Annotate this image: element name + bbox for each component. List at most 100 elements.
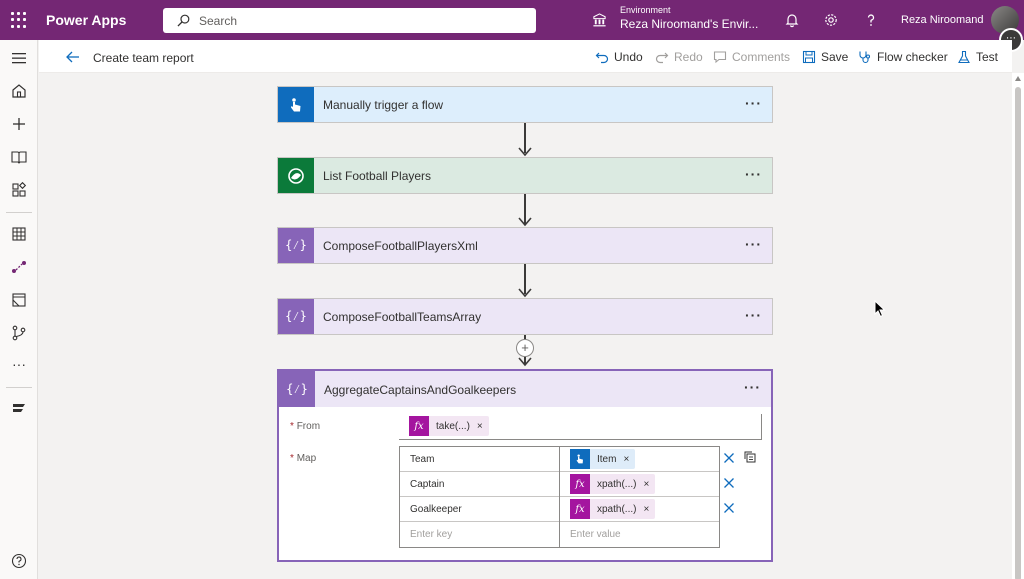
touch-icon (278, 87, 314, 122)
select-data-icon: {⁄} (279, 371, 315, 407)
save-button[interactable]: Save (802, 49, 848, 65)
rail-divider (6, 212, 32, 213)
dynamic-content-token[interactable]: Item × (570, 449, 636, 469)
more-options-icon[interactable]: ··· (745, 95, 762, 111)
search-box[interactable]: Search (163, 8, 536, 33)
app-launcher-icon[interactable] (11, 12, 27, 28)
expression-token[interactable]: fx take(...) × (409, 416, 489, 436)
map-row: Team Item × (400, 447, 719, 472)
comment-icon (713, 51, 727, 64)
more-options-icon[interactable]: ··· (745, 166, 762, 182)
scroll-up-icon[interactable] (1015, 76, 1021, 81)
apps-icon[interactable] (10, 181, 28, 199)
column-separator (559, 497, 560, 522)
step-title: List Football Players (323, 169, 432, 183)
comments-label: Comments (732, 50, 791, 64)
fx-icon: fx (570, 474, 590, 494)
step-card-select-expanded: {⁄} AggregateCaptainsAndGoalkeepers ··· … (277, 369, 773, 562)
bell-icon[interactable] (784, 12, 800, 28)
undo-label: Undo (614, 50, 643, 64)
test-button[interactable]: Test (957, 49, 998, 65)
remove-token-icon[interactable]: × (643, 504, 649, 515)
user-name[interactable]: Reza Niroomand (901, 14, 984, 26)
environment-icon[interactable] (592, 13, 607, 28)
environment-name[interactable]: Reza Niroomand's Envir... (620, 17, 758, 31)
help-circle-icon[interactable] (10, 552, 28, 570)
hamburger-menu-icon[interactable] (10, 49, 28, 67)
delete-row-icon[interactable] (723, 502, 735, 514)
pipeline-icon[interactable] (10, 399, 28, 417)
left-nav-rail: ··· (0, 40, 38, 579)
map-key[interactable]: Team (410, 454, 434, 465)
undo-button[interactable]: Undo (595, 49, 643, 65)
gear-icon[interactable] (823, 12, 839, 28)
insert-step-button[interactable]: + (516, 339, 534, 357)
scrollbar-thumb[interactable] (1015, 87, 1021, 579)
create-icon[interactable] (10, 115, 28, 133)
new-key-input[interactable]: Enter key (410, 529, 452, 540)
power-platform-icon[interactable] (10, 324, 28, 342)
column-separator (559, 447, 560, 472)
app-name[interactable]: Power Apps (46, 12, 126, 28)
fx-icon: fx (409, 416, 429, 436)
map-key[interactable]: Captain (410, 479, 444, 490)
expression-token[interactable]: fx xpath(...) × (570, 499, 656, 519)
more-options-icon[interactable]: ··· (745, 307, 762, 323)
save-label: Save (821, 50, 849, 64)
test-label: Test (976, 50, 999, 64)
home-icon[interactable] (10, 82, 28, 100)
from-input[interactable]: fx take(...) × (399, 414, 762, 440)
save-icon (802, 50, 816, 64)
remove-token-icon[interactable]: × (477, 421, 483, 432)
flows-icon[interactable] (10, 258, 28, 276)
compose-icon: {⁄} (278, 228, 314, 263)
search-placeholder: Search (199, 14, 238, 28)
remove-token-icon[interactable]: × (623, 454, 629, 465)
solutions-icon[interactable] (10, 291, 28, 309)
map-row: Goalkeeper fx xpath(...) × (400, 497, 719, 522)
step-header[interactable]: {⁄} AggregateCaptainsAndGoalkeepers ··· (279, 371, 771, 407)
more-nav-icon[interactable]: ··· (10, 355, 28, 373)
flask-icon (958, 50, 970, 64)
tables-icon[interactable] (10, 225, 28, 243)
expression-token[interactable]: fx xpath(...) × (570, 474, 656, 494)
flow-checker-button[interactable]: Flow checker (858, 49, 948, 65)
map-row: Captain fx xpath(...) × (400, 472, 719, 497)
help-icon[interactable] (863, 12, 879, 28)
vertical-scrollbar[interactable] (1012, 73, 1024, 579)
map-key[interactable]: Goalkeeper (410, 504, 462, 515)
arrow-down-icon (518, 147, 532, 157)
delete-row-icon[interactable] (723, 452, 735, 464)
redo-button[interactable]: Redo (655, 49, 703, 65)
dataverse-icon (278, 158, 314, 193)
top-bar: Power Apps Search Environment Reza Niroo… (0, 0, 1024, 52)
step-card-trigger[interactable]: Manually trigger a flow ··· (277, 86, 773, 123)
arrow-down-icon (518, 288, 532, 298)
step-card-compose-teams[interactable]: {⁄} ComposeFootballTeamsArray ··· (277, 298, 773, 335)
more-options-icon[interactable]: ··· (744, 379, 761, 395)
more-options-icon[interactable]: ··· (745, 236, 762, 252)
undo-icon (595, 52, 609, 64)
learn-icon[interactable] (10, 148, 28, 166)
column-separator (559, 472, 560, 497)
environment-label: Environment (620, 5, 671, 15)
page-title: Create team report (93, 51, 194, 65)
comments-button[interactable]: Comments (713, 49, 790, 65)
new-value-input[interactable]: Enter value (570, 529, 621, 540)
step-title: Manually trigger a flow (323, 98, 444, 112)
step-title: AggregateCaptainsAndGoalkeepers (324, 383, 517, 397)
from-label: * From (290, 421, 321, 432)
back-arrow-icon[interactable] (65, 49, 81, 65)
switch-to-text-mode-icon[interactable] (743, 450, 757, 464)
delete-row-icon[interactable] (723, 477, 735, 489)
step-title: ComposeFootballTeamsArray (323, 310, 482, 324)
search-icon (177, 14, 190, 27)
redo-label: Redo (674, 50, 703, 64)
redo-icon (655, 52, 669, 64)
remove-token-icon[interactable]: × (643, 479, 649, 490)
stethoscope-icon (859, 51, 871, 64)
arrow-down-icon (518, 217, 532, 227)
step-card-compose-xml[interactable]: {⁄} ComposeFootballPlayersXml ··· (277, 227, 773, 264)
step-card-list-players[interactable]: List Football Players ··· (277, 157, 773, 194)
touch-icon (570, 449, 590, 469)
